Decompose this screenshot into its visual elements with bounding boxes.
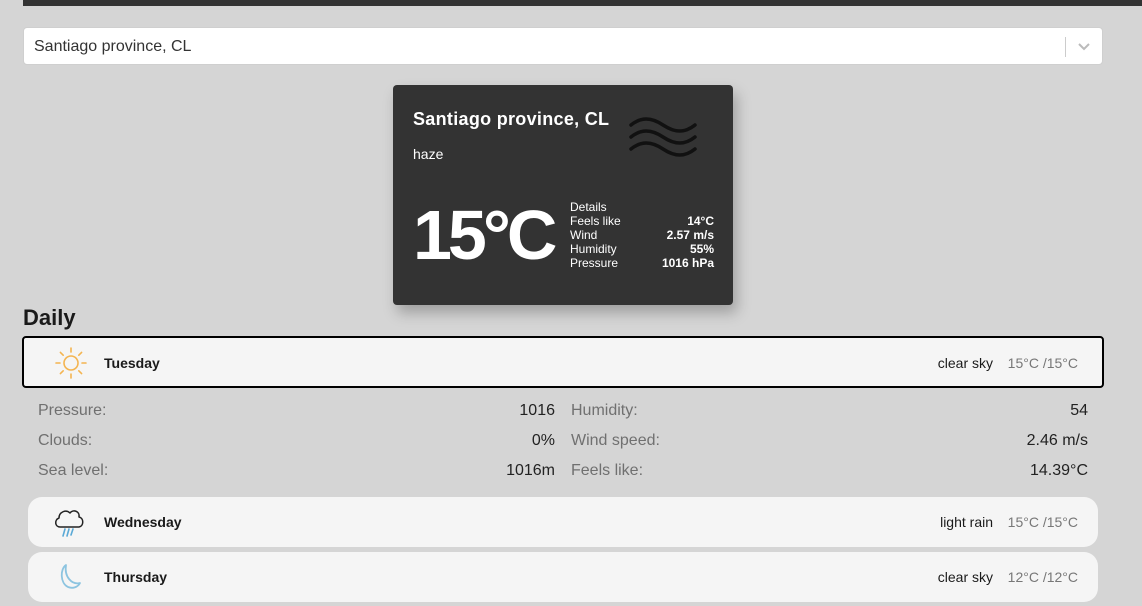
- current-weather-card: Santiago province, CL haze 15°C Details …: [393, 85, 733, 305]
- moon-icon: [60, 564, 81, 589]
- detail-label: Humidity:: [571, 402, 638, 419]
- day-accordion-thursday[interactable]: Thursday clear sky 12°C /12°C: [28, 552, 1098, 602]
- current-temperature: 15°C: [413, 196, 557, 274]
- top-bar: [23, 0, 1142, 6]
- day-name: Tuesday: [104, 355, 160, 371]
- detail-row-feels-like: Feels like 14°C: [570, 214, 714, 228]
- city-search-select[interactable]: Santiago province, CL: [23, 27, 1103, 65]
- detail-feels-like: Feels like: 14.39°C: [571, 462, 1088, 492]
- haze-icon: [629, 117, 697, 157]
- detail-label: Pressure:: [38, 402, 107, 419]
- details-grid-row: Sea level: 1016m Feels like: 14.39°C: [38, 462, 1088, 492]
- detail-clouds: Clouds: 0%: [38, 432, 555, 462]
- detail-pressure: Pressure: 1016: [38, 402, 555, 432]
- detail-value: 14.39°C: [1030, 462, 1088, 479]
- detail-row-humidity: Humidity 55%: [570, 242, 714, 256]
- current-city: Santiago province, CL: [413, 109, 610, 129]
- detail-label: Feels like:: [571, 462, 644, 479]
- day-name: Wednesday: [104, 514, 182, 530]
- detail-sea-level: Sea level: 1016m: [38, 462, 555, 492]
- current-description: haze: [413, 146, 444, 162]
- day-description: light rain: [940, 514, 993, 530]
- detail-value: 1016: [519, 402, 555, 419]
- chevron-down-icon[interactable]: [1076, 38, 1092, 54]
- detail-row-pressure: Pressure 1016 hPa: [570, 256, 714, 270]
- day-description: clear sky: [937, 569, 993, 585]
- detail-value: 54: [1070, 402, 1088, 419]
- detail-label: Humidity: [570, 242, 617, 256]
- day-details-grid: Pressure: 1016 Humidity: 54 Clouds: 0% W…: [38, 402, 1088, 492]
- detail-label: Wind speed:: [571, 432, 660, 449]
- details-grid-row: Clouds: 0% Wind speed: 2.46 m/s: [38, 432, 1088, 462]
- detail-label: Pressure: [570, 256, 619, 270]
- detail-value: 2.46 m/s: [1026, 432, 1088, 449]
- day-accordion-wednesday[interactable]: Wednesday light rain 15°C /15°C: [28, 497, 1098, 547]
- detail-value: 14°C: [687, 214, 714, 228]
- search-value: Santiago province, CL: [34, 38, 192, 55]
- detail-value: 55%: [689, 242, 714, 256]
- detail-label: Clouds:: [38, 432, 93, 449]
- detail-humidity: Humidity: 54: [571, 402, 1088, 432]
- current-details: Details Feels like 14°C Wind 2.57 m/s Hu…: [570, 200, 714, 270]
- day-temp-range: 12°C /12°C: [1007, 569, 1078, 585]
- select-separator: [1065, 37, 1066, 57]
- detail-wind-speed: Wind speed: 2.46 m/s: [571, 432, 1088, 462]
- sun-icon: [55, 347, 87, 379]
- detail-value: 2.57 m/s: [666, 228, 714, 242]
- day-temp-range: 15°C /15°C: [1007, 355, 1078, 371]
- detail-label: Feels like: [570, 214, 621, 228]
- day-temp-range: 15°C /15°C: [1007, 514, 1078, 530]
- detail-value: 0%: [531, 432, 555, 449]
- details-grid-row: Pressure: 1016 Humidity: 54: [38, 402, 1088, 432]
- detail-value: 1016 hPa: [661, 256, 714, 270]
- detail-row-wind: Wind 2.57 m/s: [570, 228, 714, 242]
- day-description: clear sky: [937, 355, 993, 371]
- day-accordion-tuesday[interactable]: Tuesday clear sky 15°C /15°C: [22, 336, 1104, 388]
- detail-label: Wind: [570, 228, 598, 242]
- detail-label: Sea level:: [38, 462, 109, 479]
- details-title: Details: [570, 200, 607, 214]
- daily-heading: Daily: [23, 305, 76, 330]
- day-name: Thursday: [104, 569, 168, 585]
- detail-value: 1016m: [506, 462, 555, 479]
- rain-cloud-icon: [55, 510, 84, 537]
